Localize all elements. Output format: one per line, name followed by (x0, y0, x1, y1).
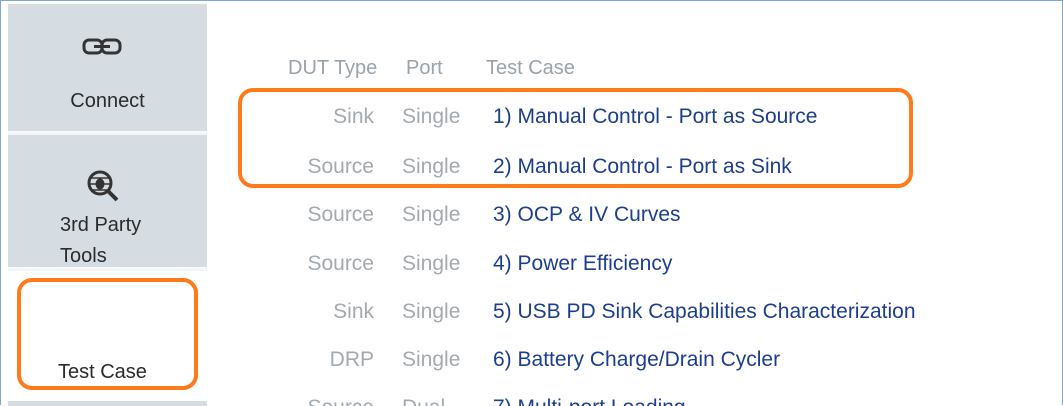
dut-type-cell: Sink (333, 105, 374, 128)
test-case-row[interactable]: Source Single 4) Power Efficiency (0, 248, 1063, 296)
dut-type-cell: Sink (333, 300, 374, 323)
port-cell: Single (402, 203, 461, 226)
port-cell: Single (402, 348, 461, 371)
test-case-row[interactable]: Sink Single 5) USB PD Sink Capabilities … (0, 296, 1063, 344)
test-case-row[interactable]: DRP Single 6) Battery Charge/Drain Cycle… (0, 344, 1063, 392)
port-cell: Single (402, 252, 461, 275)
test-case-row[interactable]: Source Dual 7) Multi-port Loading (0, 390, 1063, 406)
test-case-row[interactable]: Source Single 3) OCP & IV Curves (0, 199, 1063, 247)
test-case-cell[interactable]: 5) USB PD Sink Capabilities Characteriza… (493, 296, 916, 328)
column-header-port: Port (406, 57, 443, 79)
port-cell: Single (402, 105, 461, 128)
port-cell: Single (402, 300, 461, 323)
test-case-cell[interactable]: 3) OCP & IV Curves (493, 199, 681, 231)
dut-type-cell: Source (307, 252, 374, 275)
dut-type-cell: DRP (329, 348, 374, 371)
test-case-cell[interactable]: 4) Power Efficiency (493, 248, 672, 280)
test-case-row[interactable]: Source Single 2) Manual Control - Port a… (0, 151, 1063, 199)
port-cell: Dual (402, 392, 445, 406)
column-header-dut-type: DUT Type (288, 57, 378, 79)
port-cell: Single (402, 155, 461, 178)
link-icon (82, 38, 122, 55)
test-case-cell[interactable]: 6) Battery Charge/Drain Cycler (493, 344, 780, 376)
dut-type-cell: Source (246, 392, 374, 406)
column-header-test-case: Test Case (486, 57, 575, 79)
dut-type-cell: Source (307, 203, 374, 226)
dut-type-cell: Source (307, 155, 374, 178)
test-case-cell[interactable]: 1) Manual Control - Port as Source (493, 101, 817, 133)
test-case-cell[interactable]: 7) Multi-port Loading (493, 392, 686, 406)
test-case-row[interactable]: Sink Single 1) Manual Control - Port as … (0, 101, 1063, 149)
test-case-cell[interactable]: 2) Manual Control - Port as Sink (493, 151, 792, 183)
